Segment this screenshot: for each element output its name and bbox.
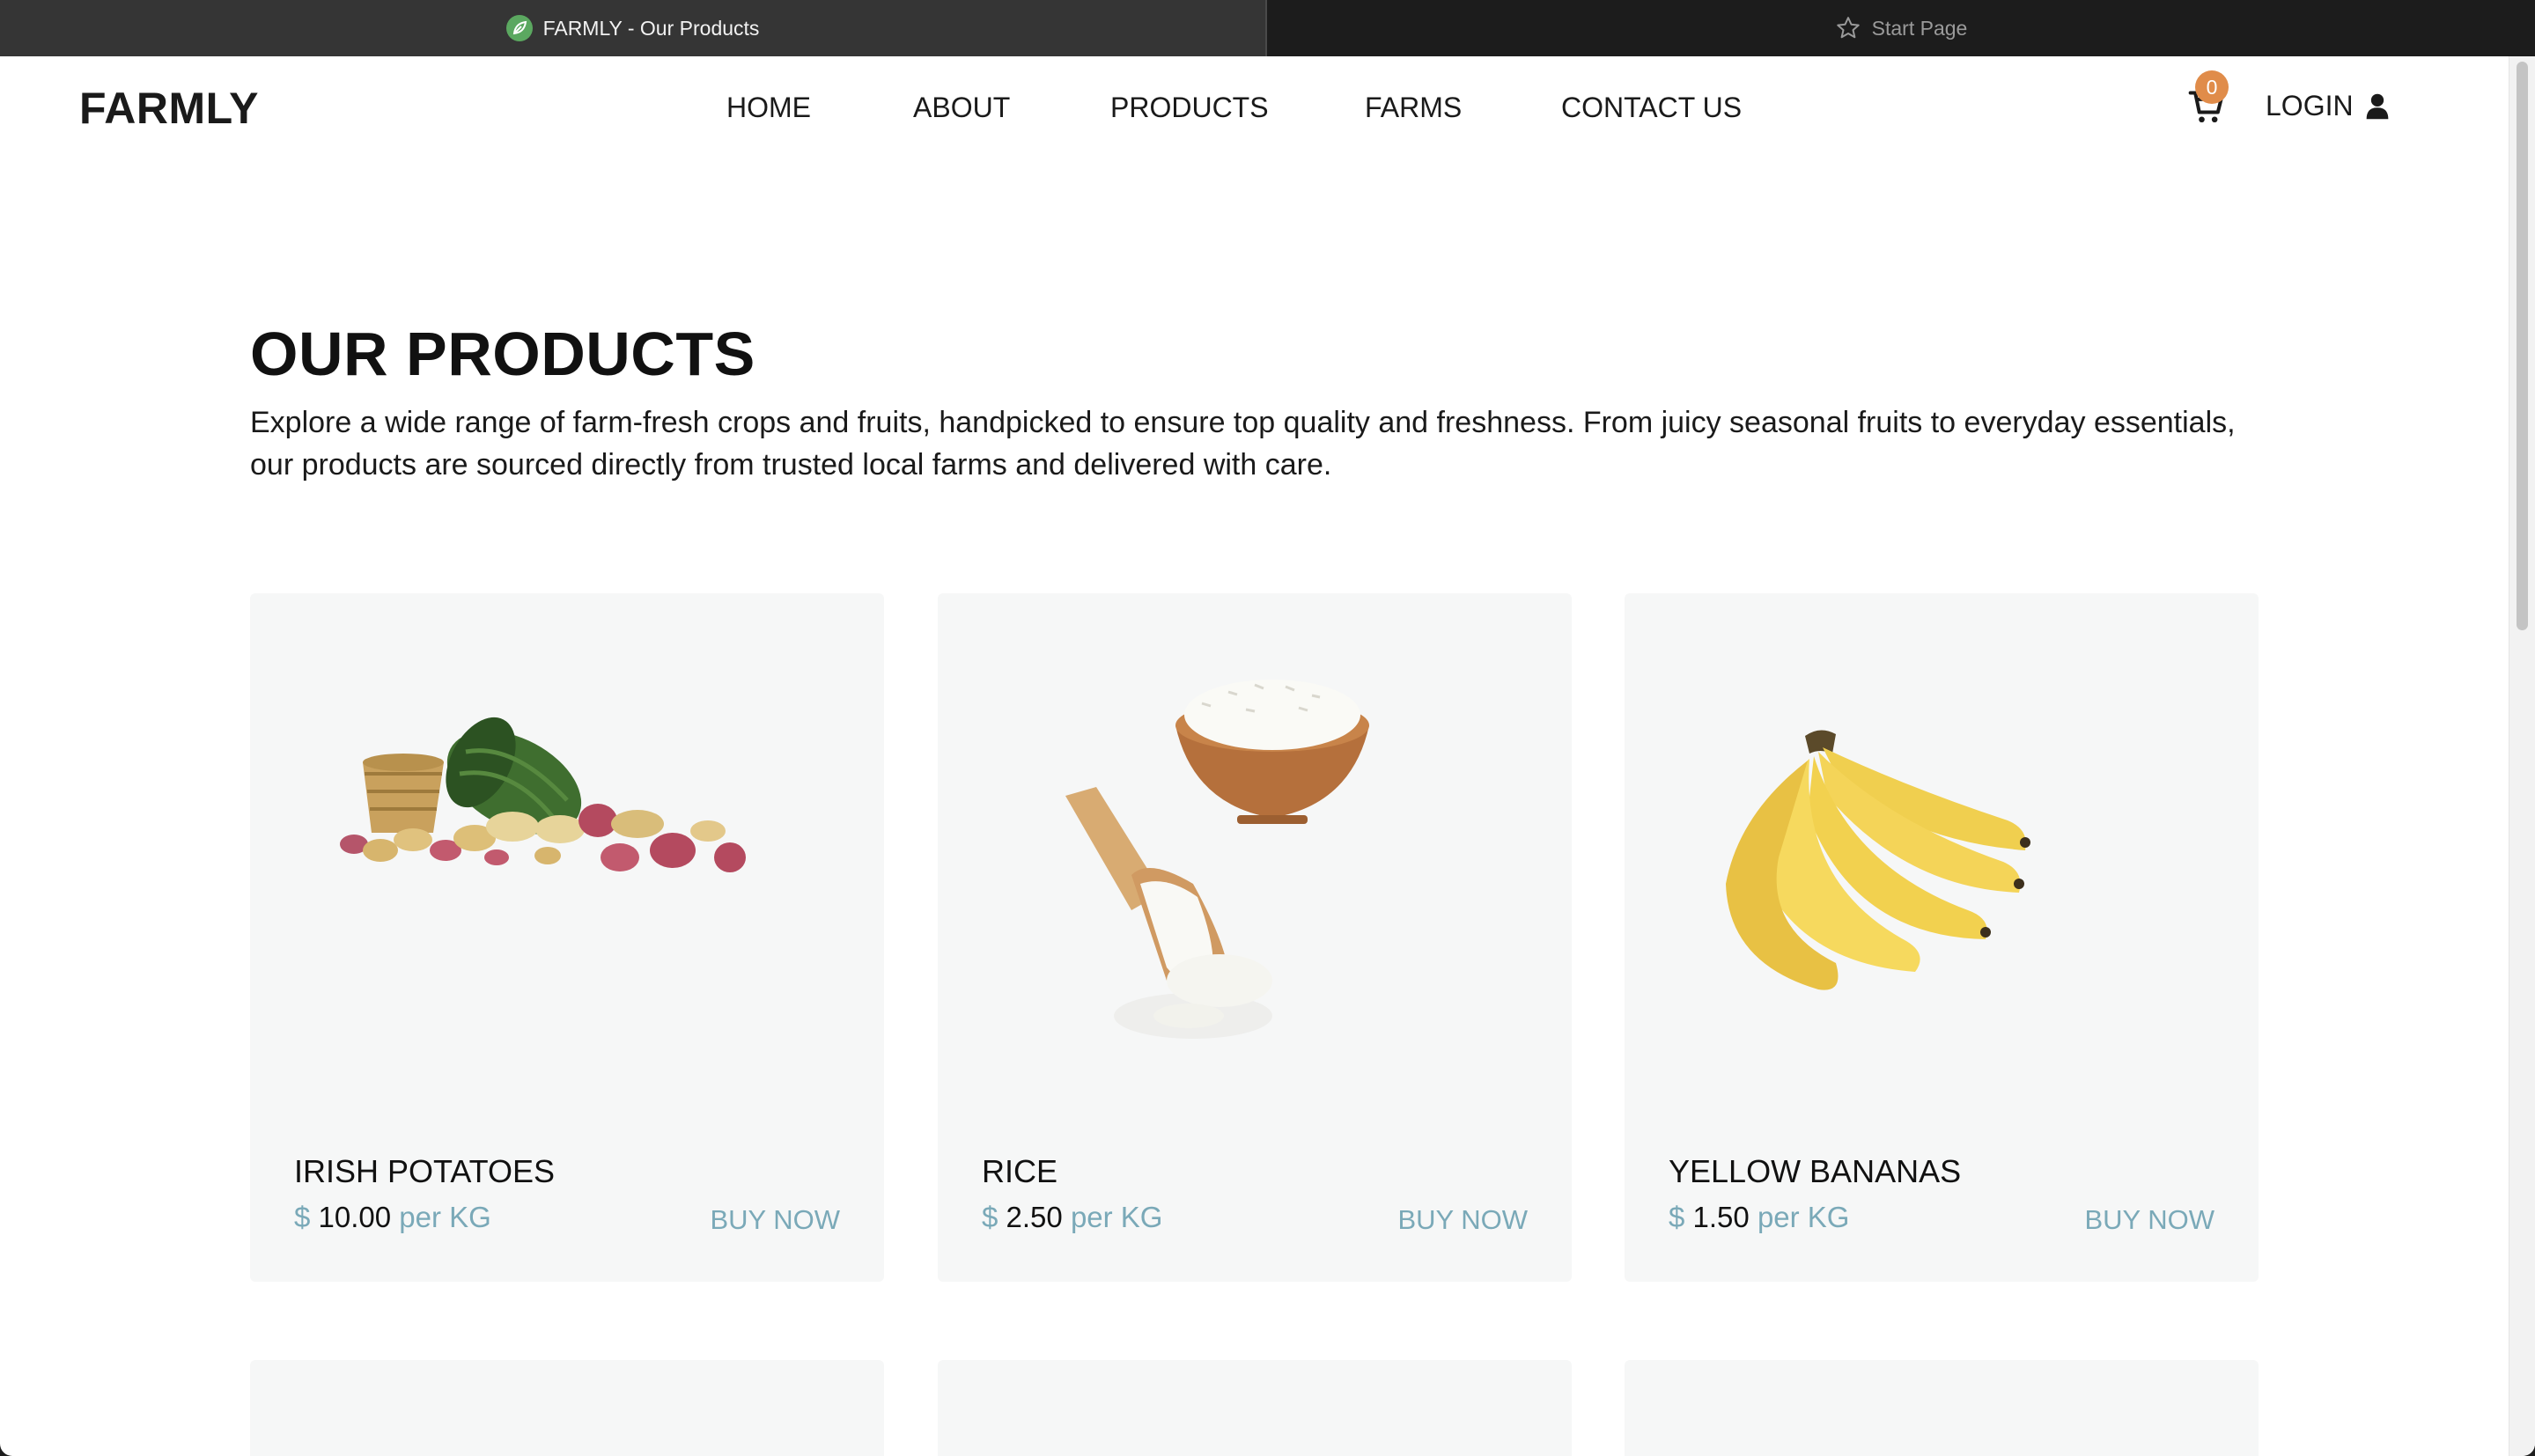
vertical-scrollbar[interactable] [2509, 56, 2535, 1456]
site-logo[interactable]: FARMLY [79, 83, 259, 134]
buy-now-button[interactable]: BUY NOW [710, 1204, 840, 1236]
buy-now-button[interactable]: BUY NOW [1397, 1204, 1528, 1236]
price-unit: per KG [1070, 1201, 1163, 1233]
buy-now-button[interactable]: BUY NOW [2084, 1204, 2214, 1236]
price-amount: 2.50 [1006, 1201, 1063, 1233]
product-price: $ 2.50 per KG [982, 1201, 1162, 1234]
nav-contact-us[interactable]: CONTACT US [1561, 92, 1742, 124]
product-card-yellow-bananas[interactable]: YELLOW BANANAS $ 1.50 per KG BUY NOW [1625, 593, 2259, 1282]
cart-count-badge: 0 [2195, 70, 2229, 104]
login-label: LOGIN [2266, 90, 2354, 121]
potatoes-image [340, 717, 746, 872]
product-card-rice[interactable]: RICE $ 2.50 per KG BUY NOW [938, 593, 1572, 1282]
nav-home[interactable]: HOME [726, 92, 811, 124]
login-button[interactable]: LOGIN [2266, 90, 2389, 122]
nav-farms[interactable]: FARMS [1365, 92, 1462, 124]
product-name: YELLOW BANANAS [1669, 1153, 1962, 1189]
price-currency: $ [982, 1201, 999, 1233]
leaf-favicon-icon [505, 15, 533, 41]
product-card-partial[interactable] [938, 1360, 1572, 1456]
page-viewport: FARMLY HOME ABOUT PRODUCTS FARMS CONTACT… [0, 56, 2535, 1456]
product-price: $ 10.00 per KG [294, 1201, 491, 1234]
price-unit: per KG [399, 1201, 491, 1233]
price-amount: 10.00 [318, 1201, 392, 1233]
product-name: RICE [982, 1153, 1058, 1189]
product-price: $ 1.50 per KG [1669, 1201, 1849, 1234]
tab-title: FARMLY - Our Products [542, 16, 760, 40]
star-icon [1836, 17, 1860, 39]
bananas-image [1726, 730, 2030, 990]
price-currency: $ [294, 1201, 311, 1233]
nav-products[interactable]: PRODUCTS [1110, 92, 1269, 124]
product-card-partial[interactable] [1625, 1360, 2259, 1456]
product-card-partial[interactable] [250, 1360, 884, 1456]
price-currency: $ [1669, 1201, 1685, 1233]
page-intro: Explore a wide range of farm-fresh crops… [250, 406, 2236, 482]
page-title: OUR PRODUCTS [250, 320, 755, 388]
price-unit: per KG [1757, 1201, 1850, 1233]
rice-image [1065, 680, 1369, 1039]
tab-start-page[interactable]: Start Page [1267, 0, 2535, 56]
browser-tab-bar: FARMLY - Our Products Start Page [0, 0, 2535, 56]
tab-farmly-products[interactable]: FARMLY - Our Products [0, 0, 1267, 56]
nav-about[interactable]: ABOUT [913, 92, 1010, 124]
scrollbar-thumb[interactable] [2517, 62, 2528, 630]
tab-title: Start Page [1871, 16, 1968, 40]
user-icon [2366, 93, 2388, 119]
product-card-irish-potatoes[interactable]: IRISH POTATOES $ 10.00 per KG BUY NOW [250, 593, 884, 1282]
product-name: IRISH POTATOES [294, 1153, 556, 1189]
price-amount: 1.50 [1692, 1201, 1750, 1233]
